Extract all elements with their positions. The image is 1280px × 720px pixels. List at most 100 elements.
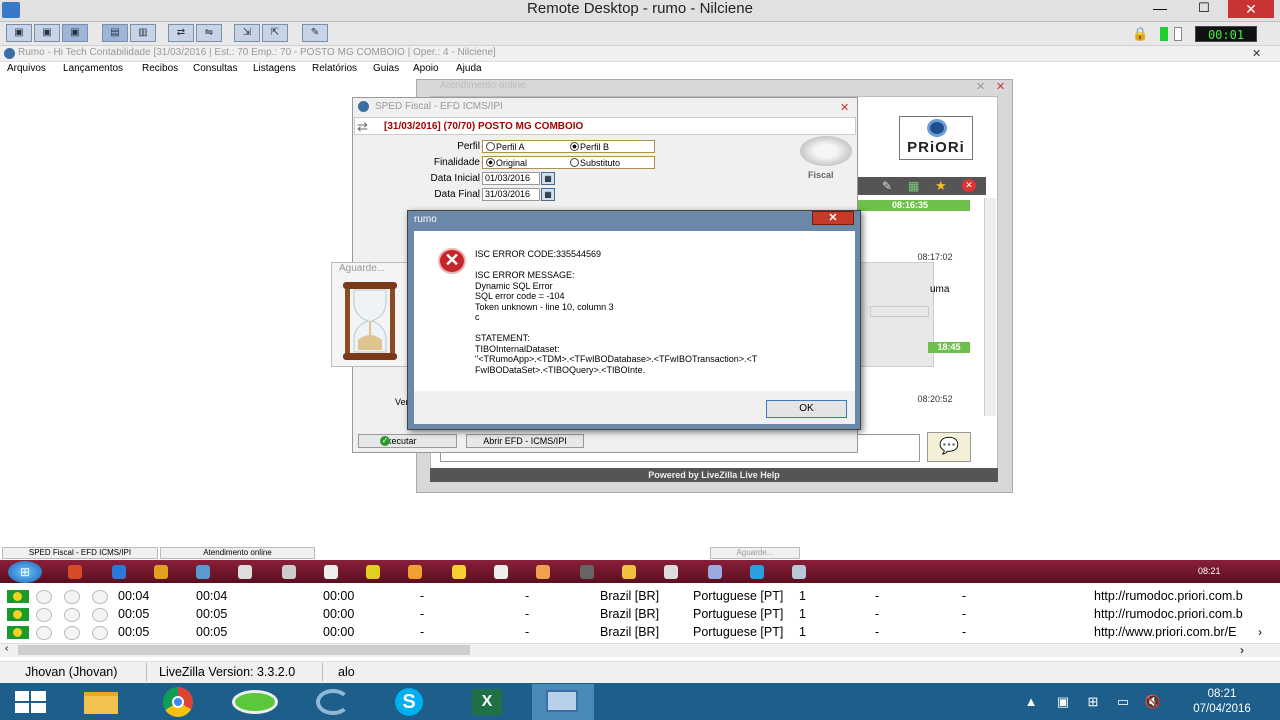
inner-taskbar-icon[interactable] xyxy=(196,565,210,579)
abrir-efd-button[interactable]: Abrir EFD - ICMS/IPI xyxy=(466,434,584,448)
menu-guias[interactable]: Guias xyxy=(373,63,399,74)
export-icon[interactable]: ⇲ xyxy=(234,24,260,42)
edit-icon[interactable]: ✎ xyxy=(882,179,892,193)
inner-taskbar-icon[interactable] xyxy=(664,565,678,579)
inner-taskbar-icon[interactable] xyxy=(494,565,508,579)
executar-button[interactable]: Executar xyxy=(358,434,457,448)
inner-taskbar-icon[interactable] xyxy=(452,565,466,579)
inner-taskbar-icon[interactable] xyxy=(708,565,722,579)
rumo-close-button[interactable]: ✕ xyxy=(1252,47,1261,60)
transfer-icon[interactable]: ⇄ xyxy=(168,24,194,42)
scroll-right-icon[interactable]: › xyxy=(1258,625,1262,639)
statement-line: TIBOInternalDataset: xyxy=(475,343,560,354)
rd-app-icon xyxy=(2,2,20,18)
perfil-a-radio[interactable]: Perfil A xyxy=(484,142,525,152)
star-icon[interactable]: ★ xyxy=(935,178,947,194)
tray-expand-icon[interactable]: ▲ xyxy=(1022,694,1040,710)
menu-relatorios[interactable]: Relatórios xyxy=(312,63,357,74)
data-inicial-field[interactable]: 01/03/2016 xyxy=(482,172,540,185)
atendimento-close-icon[interactable]: ✕ xyxy=(976,80,985,93)
visitor-cell-d3: - xyxy=(875,607,880,621)
inner-taskbar-icon[interactable] xyxy=(154,565,168,579)
taskbar-clock[interactable]: 08:21 07/04/2016 xyxy=(1192,687,1252,717)
calendar-icon[interactable]: ▦ xyxy=(541,172,555,185)
monitor-icon[interactable]: ▣ xyxy=(34,24,60,42)
tab-aguarde[interactable]: Aguarde... xyxy=(710,547,800,559)
file-explorer-taskbar-button[interactable] xyxy=(70,684,132,720)
monitor-icon[interactable]: ▣ xyxy=(62,24,88,42)
inner-taskbar-icon[interactable] xyxy=(68,565,82,579)
inner-taskbar-icon[interactable] xyxy=(792,565,806,579)
tray-volume-icon[interactable]: 🔇 xyxy=(1144,694,1162,710)
visitor-cell-country: Brazil [BR] xyxy=(600,589,660,603)
send-message-button[interactable]: 💬 xyxy=(927,432,971,462)
green-app-taskbar-button[interactable] xyxy=(224,684,286,720)
tray-network-icon[interactable]: ▣ xyxy=(1054,694,1072,710)
inner-taskbar-icon[interactable] xyxy=(536,565,550,579)
excel-taskbar-button[interactable]: X xyxy=(456,684,518,720)
menu-lancamentos[interactable]: Lançamentos xyxy=(63,63,123,74)
visitor-row[interactable]: 00:05 00:05 00:00 - - Brazil [BR] Portuguese [… xyxy=(0,624,1280,642)
chat-scrollbar[interactable] xyxy=(984,198,996,416)
window-icon[interactable]: ▥ xyxy=(130,24,156,42)
menu-recibos[interactable]: Recibos xyxy=(142,63,178,74)
substituto-radio[interactable]: Substituto xyxy=(568,158,620,168)
status-version: LiveZilla Version: 3.3.2.0 xyxy=(159,665,296,679)
skype-taskbar-button[interactable]: S xyxy=(378,684,440,720)
share-icon[interactable]: ⇋ xyxy=(196,24,222,42)
maximize-button[interactable]: ☐ xyxy=(1184,0,1224,18)
sped-close-button[interactable]: ✕ xyxy=(840,101,849,114)
blue-app-taskbar-button[interactable] xyxy=(302,684,364,720)
menu-listagens[interactable]: Listagens xyxy=(253,63,296,74)
ok-button[interactable]: OK xyxy=(766,400,847,418)
inner-taskbar-icon[interactable] xyxy=(238,565,252,579)
menu-consultas[interactable]: Consultas xyxy=(193,63,237,74)
chat-timestamp: 18:45 xyxy=(928,342,970,353)
close-chat-icon[interactable]: ✕ xyxy=(962,179,976,192)
error-dialog-close-button[interactable]: ✕ xyxy=(812,211,854,225)
priori-logo-text: PRiORi xyxy=(907,139,965,156)
inner-taskbar-icon[interactable] xyxy=(282,565,296,579)
skype-icon: S xyxy=(395,688,423,716)
error-message-label: ISC ERROR MESSAGE: xyxy=(475,270,575,280)
fiscal-label: Fiscal xyxy=(808,170,834,180)
menu-ajuda[interactable]: Ajuda xyxy=(456,63,482,74)
status-separator xyxy=(146,663,147,681)
visitor-row[interactable]: 00:05 00:05 00:00 - - Brazil [BR] Portuguese [… xyxy=(0,606,1280,624)
inner-taskbar-icon[interactable] xyxy=(750,565,764,579)
scroll-right-icon[interactable]: › xyxy=(1240,643,1244,657)
tray-monitor-icon[interactable]: ▭ xyxy=(1114,694,1132,710)
scroll-left-icon[interactable]: ‹ xyxy=(5,643,8,654)
inner-taskbar-icon[interactable] xyxy=(324,565,338,579)
scrollbar-thumb[interactable] xyxy=(18,645,470,655)
menu-apoio[interactable]: Apoio xyxy=(413,63,439,74)
data-final-label: Data Final xyxy=(434,189,480,200)
inner-taskbar-icon[interactable] xyxy=(408,565,422,579)
calendar-icon[interactable]: ▦ xyxy=(541,188,555,201)
inner-taskbar-icon[interactable] xyxy=(366,565,380,579)
inner-taskbar-icon[interactable] xyxy=(112,565,126,579)
visitor-cell-t1: 00:05 xyxy=(118,607,150,621)
data-final-field[interactable]: 31/03/2016 xyxy=(482,188,540,201)
close-button[interactable]: ✕ xyxy=(1228,0,1274,18)
tray-windows-icon[interactable]: ⊞ xyxy=(1084,694,1102,710)
tab-sped-fiscal[interactable]: SPED Fiscal - EFD ICMS/IPI xyxy=(2,547,158,559)
inner-taskbar-icon[interactable] xyxy=(622,565,636,579)
original-radio[interactable]: Original xyxy=(484,158,527,168)
tab-atendimento-online[interactable]: Atendimento online xyxy=(160,547,315,559)
inner-start-button[interactable]: ⊞ xyxy=(8,561,42,583)
menu-arquivos[interactable]: Arquivos xyxy=(7,63,46,74)
import-icon[interactable]: ⇱ xyxy=(262,24,288,42)
atendimento-close-icon[interactable]: ✕ xyxy=(996,80,1005,93)
tools-icon[interactable]: ✎ xyxy=(302,24,328,42)
perfil-b-radio[interactable]: Perfil B xyxy=(568,142,609,152)
minimize-button[interactable]: — xyxy=(1140,0,1180,18)
visitor-row[interactable]: 00:04 00:04 00:00 - - Brazil [BR] Portuguese [… xyxy=(0,588,1280,606)
windows-start-icon[interactable] xyxy=(14,690,48,714)
monitor-icon[interactable]: ▣ xyxy=(6,24,32,42)
chrome-taskbar-button[interactable] xyxy=(148,684,210,720)
remote-desktop-taskbar-button[interactable] xyxy=(532,684,594,720)
inner-taskbar-icon[interactable] xyxy=(580,565,594,579)
chart-icon[interactable]: ▦ xyxy=(908,179,919,193)
window-icon[interactable]: ▤ xyxy=(102,24,128,42)
